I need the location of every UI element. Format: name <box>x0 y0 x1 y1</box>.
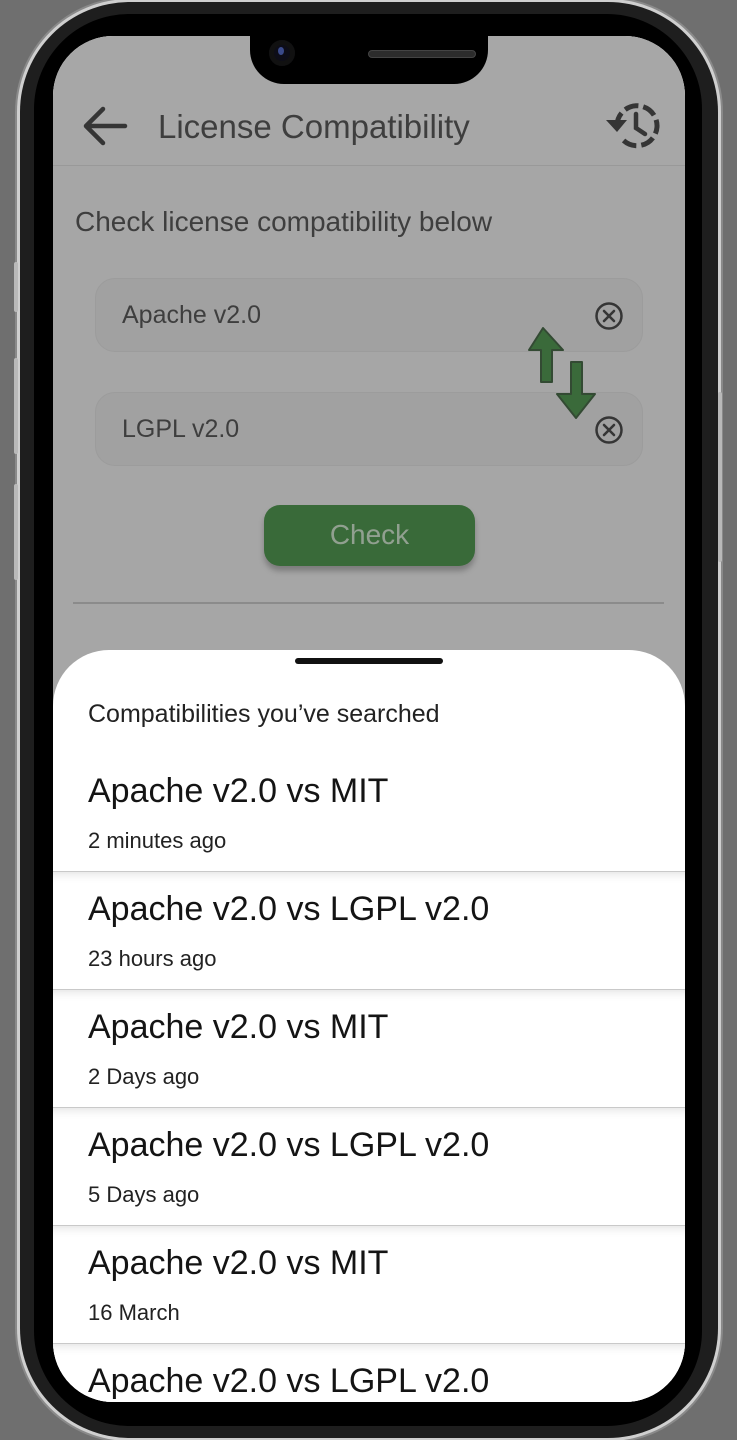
history-item-time: 23 hours ago <box>88 946 217 971</box>
history-list: Apache v2.0 vs MIT 2 minutes ago Apache … <box>53 754 685 1402</box>
side-button <box>14 262 18 312</box>
list-item[interactable]: Apache v2.0 vs MIT 16 March <box>53 1226 685 1344</box>
sheet-drag-handle[interactable] <box>295 658 443 664</box>
list-item[interactable]: Apache v2.0 vs MIT 2 Days ago <box>53 990 685 1108</box>
side-button <box>718 392 722 562</box>
side-button <box>14 358 18 454</box>
history-item-time: 5 Days ago <box>88 1182 200 1207</box>
list-item[interactable]: Apache v2.0 vs LGPL v2.0 <box>53 1344 685 1402</box>
list-item[interactable]: Apache v2.0 vs MIT 2 minutes ago <box>53 754 685 872</box>
history-item-title: Apache v2.0 vs LGPL v2.0 <box>88 1362 490 1400</box>
list-item[interactable]: Apache v2.0 vs LGPL v2.0 5 Days ago <box>53 1108 685 1226</box>
history-item-title: Apache v2.0 vs LGPL v2.0 <box>88 890 490 928</box>
list-item[interactable]: Apache v2.0 vs LGPL v2.0 23 hours ago <box>53 872 685 990</box>
history-item-time: 16 March <box>88 1300 180 1325</box>
history-item-time: 2 Days ago <box>88 1064 200 1089</box>
speaker <box>368 50 476 58</box>
history-item-title: Apache v2.0 vs LGPL v2.0 <box>88 1126 490 1164</box>
history-item-title: Apache v2.0 vs MIT <box>88 772 389 810</box>
sheet-title: Compatibilities you’ve searched <box>88 700 440 728</box>
history-item-time: 2 minutes ago <box>88 828 227 853</box>
screen: License Compatibility Check license comp… <box>53 36 685 1402</box>
side-button <box>14 484 18 580</box>
history-item-title: Apache v2.0 vs MIT <box>88 1008 389 1046</box>
history-item-title: Apache v2.0 vs MIT <box>88 1244 389 1282</box>
camera <box>269 40 295 66</box>
history-bottom-sheet: Compatibilities you’ve searched Apache v… <box>53 650 685 1402</box>
